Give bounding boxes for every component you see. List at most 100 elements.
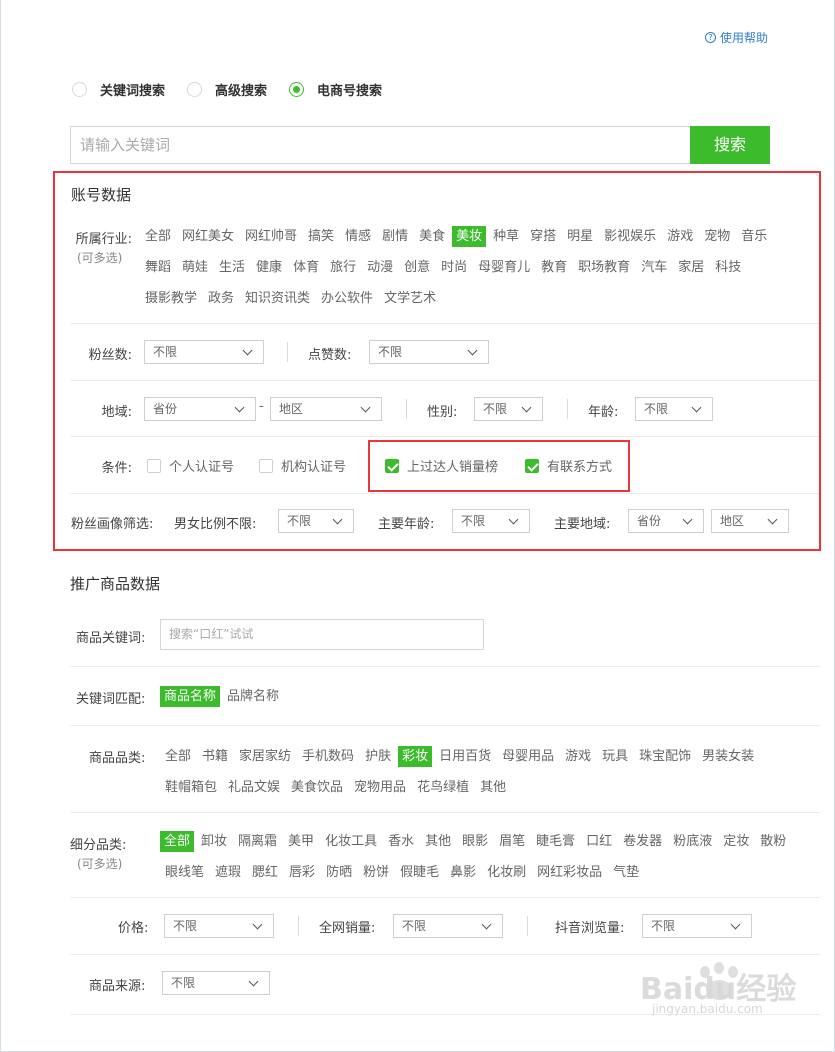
product-keyword-label: 商品关键词: [76,631,146,646]
radio-circle[interactable] [187,82,203,97]
separator [527,916,528,936]
price-select[interactable]: 不限 [164,914,274,938]
sub-category-tag[interactable]: 腮红 [248,862,282,883]
separator [298,916,299,936]
sub-category-tag[interactable]: 化妆刷 [483,862,530,883]
sub-category-tag[interactable]: 散粉 [756,831,790,852]
help-link[interactable]: ? 使用帮助 [705,29,768,46]
sub-category-tag[interactable]: 化妆工具 [321,831,381,852]
sub-category-tag[interactable]: 睫毛膏 [532,831,579,852]
category-tag[interactable]: 护肤 [361,746,395,767]
views-label: 抖音浏览量: [555,921,625,936]
sub-category-tag[interactable]: 假睫毛 [396,862,443,883]
question-icon: ? [705,32,716,43]
source-label: 商品来源: [89,979,146,994]
sub-category-tags-row2: 眼线笔 遮瑕 腮红 唇彩 防晒 粉饼 假睫毛 鼻影 化妆刷 网红彩妆品 气垫 [161,862,646,883]
match-option[interactable]: 品牌名称 [223,686,283,707]
sub-category-tag[interactable]: 其他 [421,831,455,852]
category-tag[interactable]: 鞋帽箱包 [161,777,221,798]
radio-label: 电商号搜索 [317,84,383,99]
sub-category-tag[interactable]: 网红彩妆品 [533,862,606,883]
divider [70,725,820,726]
category-tag[interactable]: 书籍 [198,746,232,767]
sales-label: 全网销量: [319,921,376,936]
category-tag[interactable]: 母婴用品 [498,746,558,767]
sub-category-tag[interactable]: 防晒 [322,862,356,883]
sub-category-tag[interactable]: 口红 [582,831,616,852]
radio-circle-selected[interactable] [289,82,305,97]
select-value: 不限 [173,919,198,933]
category-tag[interactable]: 宠物用品 [350,777,410,798]
chevron-down-icon [248,976,259,987]
category-tag[interactable]: 家居家纺 [235,746,295,767]
sub-category-tag[interactable]: 眼线笔 [161,862,208,883]
sub-category-multi-hint: (可多选) [77,857,123,871]
category-tags-row1: 全部 书籍 家居家纺 手机数码 护肤 彩妆 日用百货 母婴用品 游戏 玩具 珠宝配饰 男装女装 [161,746,761,767]
sub-category-tag[interactable]: 美甲 [284,831,318,852]
select-value: 不限 [651,919,676,933]
category-tag[interactable]: 手机数码 [298,746,358,767]
category-tag[interactable]: 游戏 [561,746,595,767]
page-border-left [0,0,1,1052]
radio-ecommerce-search[interactable]: 电商号搜索 [289,80,382,99]
category-tag[interactable]: 礼品文娱 [224,777,284,798]
category-tag[interactable]: 美食饮品 [287,777,347,798]
divider [70,954,820,955]
chevron-down-icon [252,919,263,930]
watermark-url: jingyan.baidu.com [652,1002,763,1016]
category-tag[interactable]: 花鸟绿植 [413,777,473,798]
keyword-search-input[interactable]: 请输入关键词 [70,126,690,164]
help-label: 使用帮助 [720,31,769,45]
category-tag[interactable]: 全部 [161,746,195,767]
sub-category-tag[interactable]: 气垫 [609,862,643,883]
category-tag[interactable]: 其他 [476,777,510,798]
divider [70,812,820,813]
radio-circle[interactable] [72,82,87,97]
match-option[interactable]: 商品名称 [160,686,221,707]
match-options: 商品名称 品牌名称 [160,686,286,707]
sub-category-tag[interactable]: 定妆 [719,831,753,852]
search-button[interactable]: 搜索 [690,126,770,164]
sub-category-tag[interactable]: 隔离霜 [234,831,281,852]
category-label: 商品品类: [89,751,146,766]
sub-category-tag[interactable]: 全部 [160,831,195,852]
divider [70,897,820,898]
select-value: 不限 [402,919,427,933]
sub-category-tag[interactable]: 卸妆 [197,831,231,852]
price-label: 价格: [118,921,149,936]
match-label: 关键词匹配: [76,692,146,707]
sub-category-tag[interactable]: 眉笔 [495,831,529,852]
sub-category-tag[interactable]: 唇彩 [285,862,319,883]
product-data-title: 推广商品数据 [70,575,161,593]
sub-category-label: 细分品类: [70,838,127,853]
category-tags-row2: 鞋帽箱包 礼品文娱 美食饮品 宠物用品 花鸟绿植 其他 [161,777,513,798]
sub-category-tag[interactable]: 鼻影 [446,862,480,883]
source-select[interactable]: 不限 [162,971,270,995]
sub-category-tag[interactable]: 粉饼 [359,862,393,883]
category-tag[interactable]: 珠宝配饰 [635,746,695,767]
radio-label: 高级搜索 [215,84,268,99]
search-mode-group: 关键词搜索 高级搜索 电商号搜索 [72,80,404,99]
highlight-box-account [53,171,821,551]
category-tag[interactable]: 彩妆 [398,746,433,767]
sub-category-tag[interactable]: 眼影 [458,831,492,852]
sub-category-tag[interactable]: 遮瑕 [211,862,245,883]
sub-category-tags-row1: 全部 卸妆 隔离霜 美甲 化妆工具 香水 其他 眼影 眉笔 睫毛膏 口红 卷发器 粉底液 定妆 散粉 [160,831,793,852]
sales-select[interactable]: 不限 [393,914,503,938]
product-keyword-input[interactable]: 搜索“口红”试试 [160,619,484,650]
sub-category-tag[interactable]: 卷发器 [619,831,666,852]
select-value: 不限 [171,976,196,990]
category-tag[interactable]: 日用百货 [435,746,495,767]
highlight-box-conditions [368,440,630,492]
divider [70,666,820,667]
sub-category-tag[interactable]: 粉底液 [669,831,716,852]
views-select[interactable]: 不限 [642,914,752,938]
sub-category-tag[interactable]: 香水 [384,831,418,852]
chevron-down-icon [730,919,741,930]
radio-advanced-search[interactable]: 高级搜索 [187,80,267,99]
chevron-down-icon [481,919,492,930]
radio-keyword-search[interactable]: 关键词搜索 [72,80,165,99]
category-tag[interactable]: 男装女装 [698,746,758,767]
category-tag[interactable]: 玩具 [598,746,632,767]
radio-label: 关键词搜索 [100,84,166,99]
